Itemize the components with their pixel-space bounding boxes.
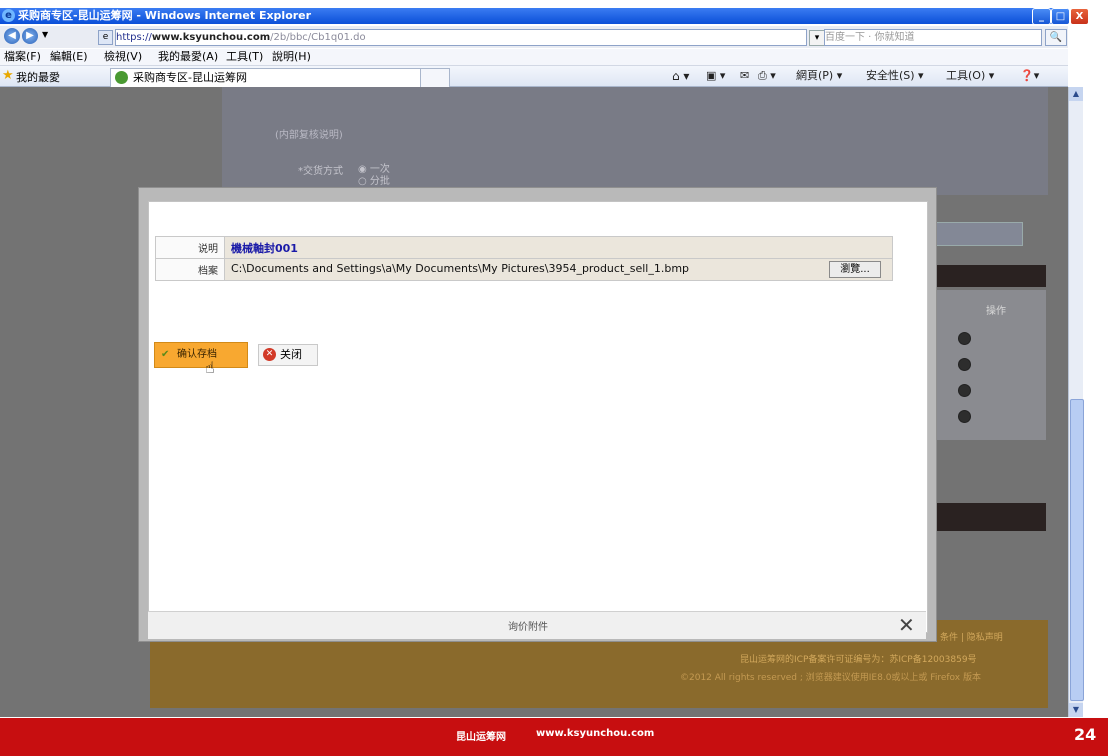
save-button[interactable]: ✔ 确认存档 xyxy=(154,342,248,368)
favorites-star-icon[interactable]: ★ xyxy=(2,69,14,82)
site-favicon-icon xyxy=(115,71,128,84)
scroll-up-icon[interactable]: ▲ xyxy=(1069,87,1083,101)
menu-view[interactable]: 檢視(V) xyxy=(104,49,142,65)
scrollbar-thumb[interactable] xyxy=(1070,399,1084,701)
forward-arrow-icon[interactable]: ▶ xyxy=(22,28,38,44)
delete-icon xyxy=(958,332,971,345)
background-label-internal: (内部复核说明) xyxy=(275,130,343,141)
menu-favorites[interactable]: 我的最愛(A) xyxy=(158,49,218,65)
dialog-close-icon[interactable]: ✕ xyxy=(898,614,915,636)
menu-help[interactable]: 說明(H) xyxy=(272,49,311,65)
background-table-header: 操作 xyxy=(986,306,1006,317)
background-option-batch-label: 分批 xyxy=(369,176,390,187)
banner-site-name: 昆山运筹网 xyxy=(456,732,506,743)
url-input[interactable]: https://www.ksyunchou.com/2b/bbc/Cb1q01.… xyxy=(115,29,807,46)
background-field xyxy=(926,222,1023,246)
search-icon[interactable]: 🔍 xyxy=(1045,29,1067,46)
menu-edit[interactable]: 編輯(E) xyxy=(50,49,88,65)
form-row-description: 说明 機械軸封001 xyxy=(155,236,893,259)
back-arrow-icon[interactable]: ◀ xyxy=(4,28,20,44)
background-footer-copyright: ©2012 All rights reserved ; 浏览器建议使用IE8.0… xyxy=(680,673,981,683)
menu-bar: 檔案(F) 編輯(E) 檢視(V) 我的最愛(A) 工具(T) 說明(H) xyxy=(0,49,1068,66)
scroll-down-icon[interactable]: ▼ xyxy=(1069,703,1083,717)
close-button[interactable]: ✕ 关闭 xyxy=(258,344,318,366)
banner-site-url: www.ksyunchou.com xyxy=(536,728,655,739)
help-icon[interactable]: ❓▾ xyxy=(1020,69,1039,83)
background-section-header xyxy=(926,265,1046,287)
menu-file[interactable]: 檔案(F) xyxy=(4,49,41,65)
vertical-scrollbar[interactable]: ▲ ▼ xyxy=(1068,87,1084,717)
page-menu[interactable]: 網頁(P) ▾ xyxy=(796,69,842,83)
close-button-label: 关闭 xyxy=(280,348,302,361)
page-icon: e xyxy=(98,30,113,45)
new-tab-button[interactable] xyxy=(420,68,450,87)
file-label: 档案 xyxy=(155,258,225,281)
print-icon[interactable]: ⎙ ▾ xyxy=(758,69,776,83)
tab-active[interactable]: 采购商专区-昆山运筹网 xyxy=(110,68,422,87)
hand-cursor-icon: ☝ xyxy=(205,358,215,377)
dialog-title: 询价附件 xyxy=(508,622,548,633)
description-label: 说明 xyxy=(155,236,225,259)
background-label-delivery: *交货方式 xyxy=(298,166,343,177)
file-path-input[interactable]: C:\Documents and Settings\a\My Documents… xyxy=(231,262,821,275)
background-form-panel xyxy=(222,87,1048,195)
delete-icon xyxy=(958,358,971,371)
background-section-bar xyxy=(926,503,1046,531)
attachment-dialog: 说明 機械軸封001 档案 C:\Documents and Settings\… xyxy=(138,187,937,642)
favorites-label[interactable]: 我的最愛 xyxy=(16,69,60,85)
dialog-body: 说明 機械軸封001 档案 C:\Documents and Settings\… xyxy=(148,201,928,633)
top-strip xyxy=(0,0,1108,8)
safety-menu[interactable]: 安全性(S) ▾ xyxy=(866,69,924,83)
bottom-banner: 昆山运筹网 www.ksyunchou.com 24 xyxy=(0,718,1108,756)
dropdown-arrow-icon[interactable]: ▾ xyxy=(809,30,825,46)
close-circle-icon: ✕ xyxy=(263,348,276,361)
history-dropdown-icon[interactable]: ▼ xyxy=(42,30,48,39)
maximize-button[interactable]: □ xyxy=(1051,8,1070,25)
file-field: C:\Documents and Settings\a\My Documents… xyxy=(224,258,893,281)
window-title: 采购商专区-昆山运筹网 - Windows Internet Explorer xyxy=(18,9,312,22)
window-title-bar: e 采购商专区-昆山运筹网 - Windows Internet Explore… xyxy=(0,8,1068,24)
description-field[interactable]: 機械軸封001 xyxy=(224,236,893,259)
window-close-button[interactable]: X xyxy=(1070,8,1089,25)
url-host: www.ksyunchou.com xyxy=(151,32,271,43)
check-icon: ✔ xyxy=(161,349,170,360)
dialog-footer: 询价附件 ✕ xyxy=(148,611,926,639)
url-scheme: https:// xyxy=(116,32,152,43)
tools-menu[interactable]: 工具(O) ▾ xyxy=(946,69,994,83)
background-footer-icp: 昆山运筹网的ICP备案许可证编号为：苏ICP备12003859号 xyxy=(740,655,977,665)
home-icon[interactable]: ⌂ ▾ xyxy=(672,69,689,83)
description-value: 機械軸封001 xyxy=(231,241,298,255)
background-option-batch: ○ 分批 xyxy=(358,176,390,187)
page-number: 24 xyxy=(1074,725,1097,744)
address-bar: ◀ ▶ ▼ e https://www.ksyunchou.com/2b/bbc… xyxy=(0,26,1068,48)
feeds-icon[interactable]: ▣ ▾ xyxy=(706,69,725,83)
url-path: /2b/bbc/Cb1q01.do xyxy=(270,32,366,43)
ie-logo-icon: e xyxy=(2,9,15,22)
menu-tools[interactable]: 工具(T) xyxy=(226,49,263,65)
browse-button[interactable]: 瀏覽... xyxy=(829,261,881,278)
favorites-bar: ★ 我的最愛 采购商专区-昆山运筹网 ⌂ ▾ ▣ ▾ ✉ ⎙ ▾ 網頁(P) ▾… xyxy=(0,66,1068,87)
minimize-button[interactable]: _ xyxy=(1032,8,1051,25)
attachment-form: 说明 機械軸封001 档案 C:\Documents and Settings\… xyxy=(155,236,893,281)
delete-icon xyxy=(958,384,971,397)
form-row-file: 档案 C:\Documents and Settings\a\My Docume… xyxy=(155,258,893,281)
search-input[interactable]: 百度一下 · 你就知道 xyxy=(824,29,1042,46)
background-footer-links: 条件 | 隐私声明 xyxy=(940,633,1003,643)
delete-icon xyxy=(958,410,971,423)
mail-icon[interactable]: ✉ xyxy=(740,69,749,83)
tab-label: 采购商专区-昆山运筹网 xyxy=(133,71,247,84)
